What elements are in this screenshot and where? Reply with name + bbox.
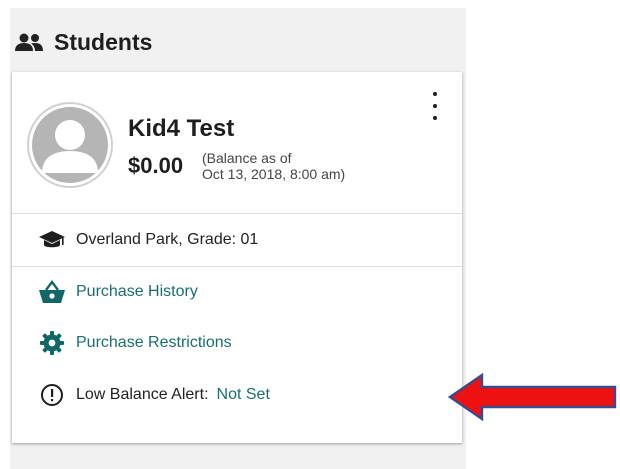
panel-title: Students: [54, 28, 153, 55]
people-icon: [14, 32, 44, 52]
gear-icon: [38, 331, 66, 355]
panel-header: Students: [14, 28, 152, 56]
divider: [12, 213, 462, 214]
avatar: [27, 102, 113, 188]
balance-amount: $0.00: [128, 153, 184, 178]
low-balance-alert-row: Low Balance Alert: Not Set: [38, 382, 270, 408]
shopping-basket-icon: [38, 280, 66, 304]
student-name: Kid4 Test: [128, 115, 235, 142]
school-grade-text: Overland Park, Grade: 01: [76, 231, 259, 248]
red-arrow-annotation: [448, 372, 617, 422]
low-balance-label: Low Balance Alert:: [76, 386, 209, 403]
alert-circle-icon: [38, 383, 66, 407]
low-balance-value-link[interactable]: Not Set: [217, 386, 270, 404]
balance-note-line2: Oct 13, 2018, 8:00 am): [202, 166, 346, 182]
students-panel: Students Kid4 Test $0.00 (Balance as of …: [10, 8, 466, 469]
graduation-cap-icon: [38, 228, 66, 252]
school-grade-row: Overland Park, Grade: 01: [38, 227, 258, 253]
more-vertical-icon[interactable]: [428, 92, 442, 120]
purchase-restrictions-row[interactable]: Purchase Restrictions: [38, 330, 232, 356]
purchase-history-link[interactable]: Purchase History: [76, 283, 198, 301]
purchase-restrictions-link[interactable]: Purchase Restrictions: [76, 334, 232, 352]
balance-note: (Balance as of Oct 13, 2018, 8:00 am): [202, 150, 345, 182]
student-card: Kid4 Test $0.00 (Balance as of Oct 13, 2…: [12, 72, 462, 443]
balance-note-line1: (Balance as of: [202, 150, 292, 166]
divider: [12, 266, 462, 267]
purchase-history-row[interactable]: Purchase History: [38, 279, 198, 305]
